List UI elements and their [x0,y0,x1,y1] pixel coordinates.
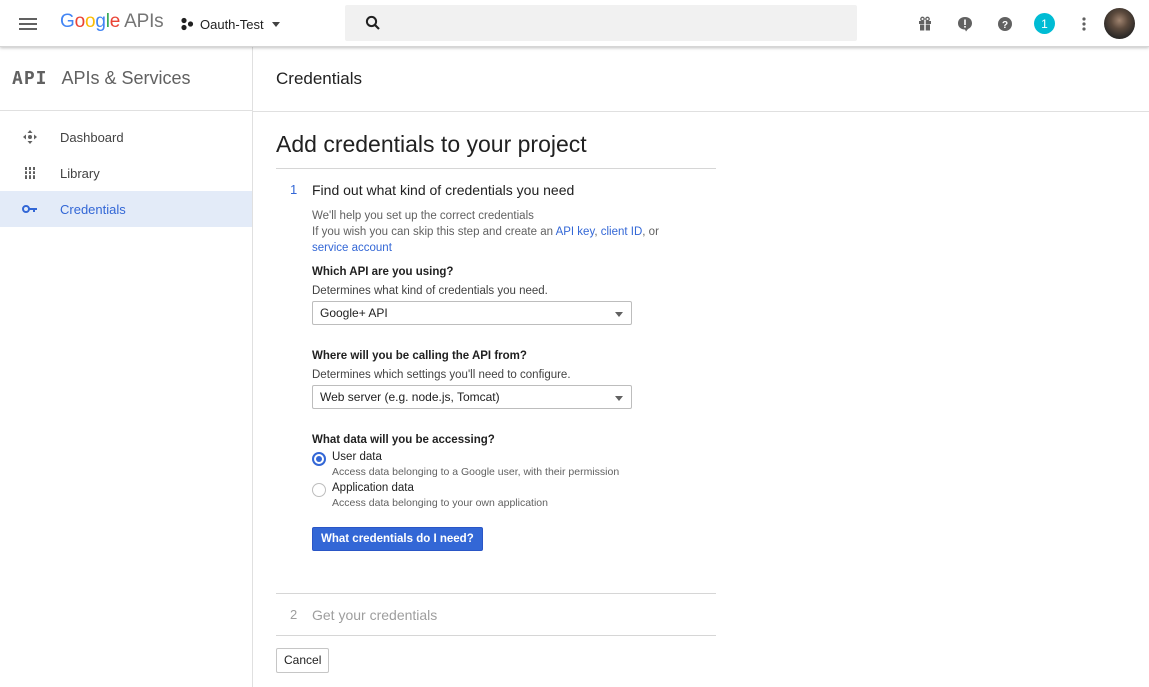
credentials-wizard: Add credentials to your project 1 Find o… [276,131,716,551]
platform-question-desc: Determines which settings you'll need to… [312,369,571,381]
logo-product: APIs [124,11,164,32]
sidebar-item-library[interactable]: Library [0,155,252,191]
cancel-button[interactable]: Cancel [276,648,330,673]
radio-unchecked-icon[interactable] [312,483,326,497]
help-text: We'll help you set up the correct creden… [312,208,716,256]
project-name: Oauth-Test [200,16,264,32]
sidebar-item-label: Dashboard [60,129,124,145]
service-account-link[interactable]: service account [312,242,392,254]
api-select-value: Google+ API [320,306,388,320]
help-icon[interactable]: ? [993,12,1017,36]
top-app-bar: Google APIs Oauth-Test ? 1 [0,0,1149,47]
section-heading: Add credentials to your project [276,131,716,169]
sidebar-header: API APIs & Services [0,47,252,111]
step-number: 2 [290,607,298,622]
page-header: Credentials [253,47,1149,112]
search-input[interactable] [345,5,857,41]
gift-icon[interactable] [913,12,937,36]
api-question-desc: Determines what kind of credentials you … [312,285,548,297]
step-number: 1 [290,182,298,197]
hamburger-menu-icon[interactable] [16,12,40,36]
search-icon [365,15,380,30]
step-1: 1 Find out what kind of credentials you … [276,182,716,551]
sidebar-title: APIs & Services [61,68,191,88]
account-avatar[interactable] [1104,8,1135,39]
api-logo-icon: API [12,68,48,89]
comma: , [594,226,598,238]
or-text: , or [642,226,659,238]
radio-description: Access data belonging to your own applic… [332,497,548,509]
sidebar: API APIs & Services Dashboard Library Cr… [0,47,253,687]
step-body: We'll help you set up the correct creden… [312,208,716,551]
help-line-2-text: If you wish you can skip this step and c… [312,226,556,238]
step-title: Get your credentials [312,607,438,623]
radio-checked-icon[interactable] [312,452,326,466]
help-line-2: If you wish you can skip this step and c… [312,224,716,240]
sidebar-item-dashboard[interactable]: Dashboard [0,119,252,155]
api-question-label: Which API are you using? [312,266,454,278]
svg-text:?: ? [1002,20,1008,31]
user-data-radio[interactable]: User data Access data belonging to a Goo… [312,451,716,478]
radio-label: Application data [332,482,414,494]
data-question-label: What data will you be accessing? [312,434,495,446]
more-vert-icon[interactable] [1072,12,1096,36]
sidebar-item-label: Library [60,165,100,181]
step-2[interactable]: 2 Get your credentials [276,593,716,636]
help-line-1: We'll help you set up the correct creden… [312,210,534,222]
radio-description: Access data belonging to a Google user, … [332,466,620,478]
page-title: Credentials [276,69,362,88]
radio-label: User data [332,451,382,463]
sidebar-nav: Dashboard Library Credentials [0,111,252,227]
sidebar-item-credentials[interactable]: Credentials [0,191,252,227]
dashboard-icon [0,129,60,145]
feedback-icon[interactable] [953,12,977,36]
application-data-radio[interactable]: Application data Access data belonging t… [312,482,716,509]
key-icon [0,204,60,214]
chevron-down-icon [615,312,623,317]
main-content: Credentials Add credentials to your proj… [253,47,1149,687]
library-icon [0,166,60,180]
client-id-link[interactable]: client ID [601,226,643,238]
google-apis-logo[interactable]: Google APIs [60,11,164,33]
chevron-down-icon [271,21,280,27]
platform-question-label: Where will you be calling the API from? [312,350,527,362]
step-title: Find out what kind of credentials you ne… [312,182,575,198]
notifications-badge[interactable]: 1 [1034,13,1055,34]
chevron-down-icon [615,396,623,401]
platform-select-value: Web server (e.g. node.js, Tomcat) [320,390,500,404]
project-icon [181,17,194,31]
api-key-link[interactable]: API key [556,226,595,238]
what-credentials-button[interactable]: What credentials do I need? [312,527,483,551]
platform-select[interactable]: Web server (e.g. node.js, Tomcat) [312,385,632,409]
project-selector[interactable]: Oauth-Test [180,14,280,34]
api-select[interactable]: Google+ API [312,301,632,325]
sidebar-item-label: Credentials [60,201,126,217]
